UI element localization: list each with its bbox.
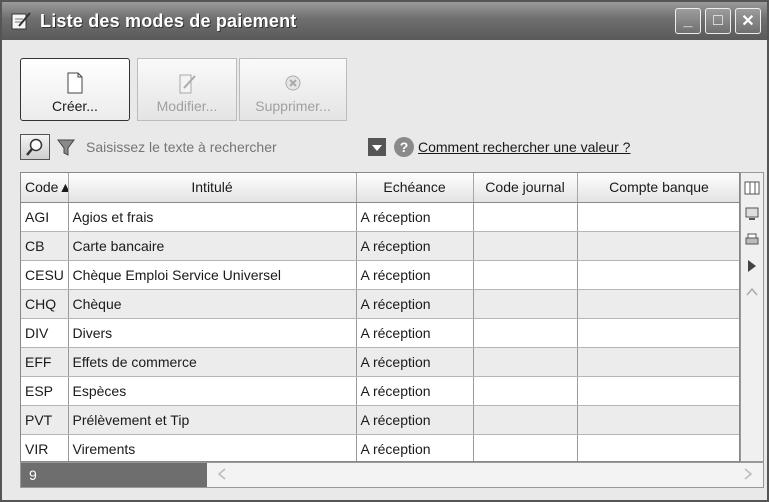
- cell-compte-banque: [577, 318, 739, 348]
- sort-ascending-icon: ▲: [58, 179, 67, 195]
- cell-code-journal: [473, 347, 578, 377]
- cell-echeance: A réception: [356, 347, 474, 377]
- cell-intitule: Prélèvement et Tip: [68, 405, 357, 435]
- column-header-intitule[interactable]: Intitulé: [68, 173, 357, 203]
- cell-intitule: Divers: [68, 318, 357, 348]
- scroll-up-icon[interactable]: [743, 281, 761, 303]
- magnifier-icon[interactable]: [20, 134, 50, 160]
- cell-compte-banque: [577, 347, 739, 377]
- table-row[interactable]: ESP Espèces A réception: [21, 376, 739, 406]
- cell-compte-banque: [577, 260, 739, 290]
- cell-code-journal: [473, 289, 578, 319]
- payment-modes-table: Code▲ Intitulé Echéance Code journal Com…: [20, 172, 740, 462]
- table-header-row: Code▲ Intitulé Echéance Code journal Com…: [21, 173, 739, 203]
- cell-intitule: Agios et frais: [68, 202, 357, 232]
- column-header-code[interactable]: Code▲: [21, 173, 69, 203]
- cell-echeance: A réception: [356, 376, 474, 406]
- column-header-echeance[interactable]: Echéance: [356, 173, 474, 203]
- status-footer: 9: [20, 462, 764, 488]
- table-row[interactable]: EFF Effets de commerce A réception: [21, 347, 739, 377]
- table-row[interactable]: CB Carte bancaire A réception: [21, 231, 739, 261]
- column-header-compte-banque[interactable]: Compte banque: [577, 173, 739, 203]
- cell-code: CHQ: [21, 289, 69, 319]
- cell-intitule: Carte bancaire: [68, 231, 357, 261]
- cell-code-journal: [473, 260, 578, 290]
- modify-button[interactable]: Modifier...: [137, 58, 237, 121]
- grid-side-panel: [740, 172, 764, 462]
- cell-code: EFF: [21, 347, 69, 377]
- horizontal-scrollbar[interactable]: [207, 463, 763, 487]
- table-row[interactable]: VIR Virements A réception: [21, 434, 739, 461]
- cell-code-journal: [473, 231, 578, 261]
- document-pencil-icon: [10, 11, 32, 31]
- cell-code: PVT: [21, 405, 69, 435]
- search-input[interactable]: [82, 134, 364, 160]
- action-toolbar: Créer... Modifier... Supprimer...: [20, 58, 347, 121]
- cell-intitule: Effets de commerce: [68, 347, 357, 377]
- question-icon[interactable]: ?: [394, 137, 414, 157]
- cell-echeance: A réception: [356, 231, 474, 261]
- cell-code-journal: [473, 434, 578, 461]
- title-bar[interactable]: Liste des modes de paiement _ □ ✕: [2, 2, 767, 40]
- cell-compte-banque: [577, 405, 739, 435]
- close-button[interactable]: ✕: [735, 8, 761, 34]
- cell-compte-banque: [577, 434, 739, 461]
- cell-compte-banque: [577, 289, 739, 319]
- monitor-icon[interactable]: [743, 203, 761, 225]
- columns-settings-icon[interactable]: [743, 177, 761, 199]
- scroll-left-icon[interactable]: [217, 467, 227, 483]
- cell-echeance: A réception: [356, 318, 474, 348]
- window-title: Liste des modes de paiement: [40, 10, 297, 31]
- funnel-icon[interactable]: [54, 135, 78, 159]
- delete-label: Supprimer...: [255, 98, 331, 114]
- column-header-code-journal[interactable]: Code journal: [473, 173, 578, 203]
- cell-intitule: Chèque Emploi Service Universel: [68, 260, 357, 290]
- cell-echeance: A réception: [356, 434, 474, 461]
- printer-icon[interactable]: [743, 229, 761, 251]
- payment-modes-window: Liste des modes de paiement _ □ ✕ Créer.…: [0, 0, 769, 502]
- edit-document-icon: [178, 72, 196, 94]
- modify-label: Modifier...: [156, 98, 218, 114]
- cell-code: VIR: [21, 434, 69, 461]
- cell-code-journal: [473, 318, 578, 348]
- search-help-link[interactable]: Comment rechercher une valeur ?: [418, 139, 630, 155]
- record-count: 9: [21, 463, 207, 487]
- table-row[interactable]: CESU Chèque Emploi Service Universel A r…: [21, 260, 739, 290]
- cell-compte-banque: [577, 202, 739, 232]
- cell-code-journal: [473, 405, 578, 435]
- cell-code-journal: [473, 376, 578, 406]
- cell-code: CESU: [21, 260, 69, 290]
- create-button[interactable]: Créer...: [20, 58, 130, 121]
- cell-echeance: A réception: [356, 405, 474, 435]
- table-row[interactable]: DIV Divers A réception: [21, 318, 739, 348]
- play-arrow-icon[interactable]: [743, 255, 761, 277]
- cell-code-journal: [473, 202, 578, 232]
- search-dropdown-button[interactable]: [368, 138, 386, 156]
- search-bar: ? Comment rechercher une valeur ?: [20, 132, 750, 162]
- cell-intitule: Virements: [68, 434, 357, 461]
- cell-intitule: Espèces: [68, 376, 357, 406]
- cell-code: ESP: [21, 376, 69, 406]
- create-label: Créer...: [52, 98, 98, 114]
- cell-code: AGI: [21, 202, 69, 232]
- cell-intitule: Chèque: [68, 289, 357, 319]
- delete-icon: [284, 72, 302, 94]
- table-row[interactable]: CHQ Chèque A réception: [21, 289, 739, 319]
- cell-compte-banque: [577, 231, 739, 261]
- cell-echeance: A réception: [356, 289, 474, 319]
- chevron-down-icon: [372, 140, 382, 155]
- scroll-right-icon[interactable]: [743, 467, 753, 483]
- minimize-button[interactable]: _: [675, 8, 701, 34]
- cell-code: DIV: [21, 318, 69, 348]
- new-document-icon: [66, 72, 84, 94]
- table-row[interactable]: AGI Agios et frais A réception: [21, 202, 739, 232]
- cell-code: CB: [21, 231, 69, 261]
- cell-echeance: A réception: [356, 260, 474, 290]
- cell-compte-banque: [577, 376, 739, 406]
- maximize-button[interactable]: □: [705, 8, 731, 34]
- delete-button[interactable]: Supprimer...: [239, 58, 347, 121]
- cell-echeance: A réception: [356, 202, 474, 232]
- table-row[interactable]: PVT Prélèvement et Tip A réception: [21, 405, 739, 435]
